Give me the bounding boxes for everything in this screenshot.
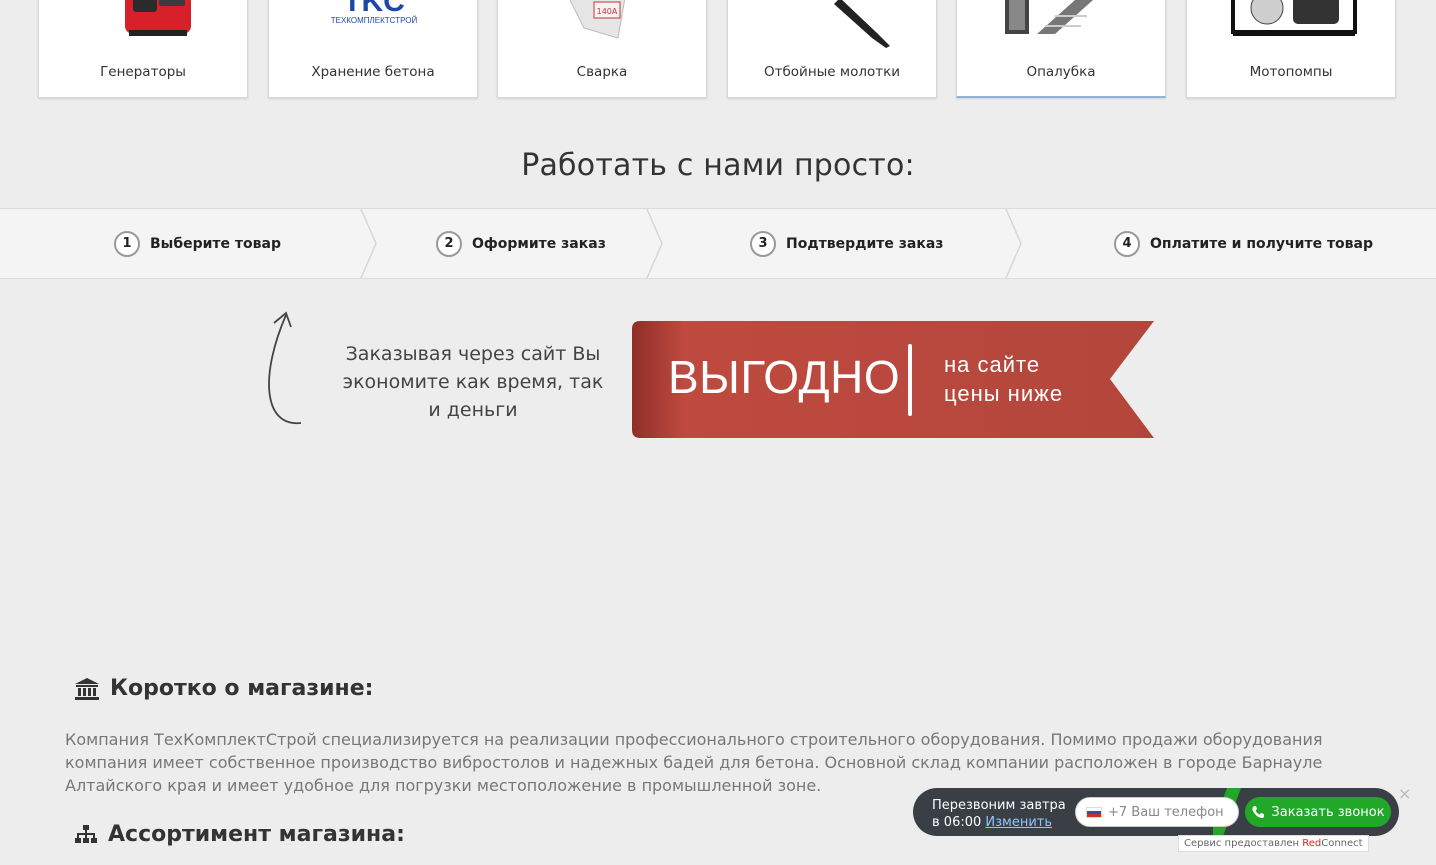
step-place-order[interactable]: 2 Оформите заказ xyxy=(436,209,606,278)
close-icon[interactable]: × xyxy=(1398,784,1411,803)
step-select-product[interactable]: 1 Выберите товар xyxy=(114,209,281,278)
phone-icon xyxy=(1252,806,1265,818)
formwork-image xyxy=(957,0,1165,50)
category-label: Мотопомпы xyxy=(1249,64,1333,80)
about-text: Компания ТехКомплектСтрой специализирует… xyxy=(65,730,1323,795)
step-pay-and-receive[interactable]: 4 Оплатите и получите товар xyxy=(1114,209,1373,278)
step-label: Оплатите и получите товар xyxy=(1150,235,1374,252)
jackhammer-image xyxy=(728,0,936,50)
curved-arrow-icon xyxy=(268,311,302,424)
step-confirm-order[interactable]: 3 Подтвердите заказ xyxy=(750,209,943,278)
category-card-formwork[interactable]: Опалубка xyxy=(956,0,1166,98)
service-credit[interactable]: Сервис предоставлен RedConnect xyxy=(1178,835,1369,852)
promo-ribbon-line2: цены ниже xyxy=(944,381,1064,406)
promo-ribbon-line1: на сайте xyxy=(944,352,1041,377)
order-call-label: Заказать звонок xyxy=(1271,804,1385,820)
category-label: Опалубка xyxy=(1026,64,1096,80)
step-number: 1 xyxy=(114,230,140,257)
category-card-concrete-storage[interactable]: TKC ТЕХКОМПЛЕКТСТРОЙ Хранение бетона xyxy=(268,0,478,98)
svg-text:140A: 140A xyxy=(597,7,618,16)
callback-text: Перезвоним завтра в 06:00 Изменить xyxy=(932,797,1066,831)
about-title-text: Коротко о магазине: xyxy=(110,676,374,701)
russia-flag-icon xyxy=(1086,806,1102,818)
generator-image xyxy=(39,0,247,50)
category-label: Сварка xyxy=(576,64,628,80)
callback-change-link[interactable]: Изменить xyxy=(985,815,1052,830)
order-call-button[interactable]: Заказать звонок xyxy=(1245,797,1391,827)
step-separator-icon xyxy=(1005,209,1022,278)
step-number: 3 xyxy=(750,230,776,257)
callback-time: в 06:00 xyxy=(932,815,982,830)
callback-line1: Перезвоним завтра xyxy=(932,798,1066,813)
category-label: Отбойные молотки xyxy=(763,64,901,80)
category-card-motor-pumps[interactable]: Мотопомпы xyxy=(1186,0,1396,98)
category-card-jackhammers[interactable]: Отбойные молотки xyxy=(727,0,937,98)
promo-ribbon-title: ВЫГОДНО xyxy=(668,351,901,403)
assortment-title-text: Ассортимент магазина: xyxy=(108,822,405,847)
category-card-welding[interactable]: 140A Сварка xyxy=(497,0,707,98)
category-label: Хранение бетона xyxy=(311,64,435,80)
phone-placeholder: +7 Ваш телефон xyxy=(1108,804,1224,820)
bank-icon xyxy=(75,677,99,700)
promo-ribbon-subtitle: на сайте цены ниже xyxy=(944,350,1063,408)
step-number: 2 xyxy=(436,230,462,257)
promo-text: Заказывая через сайт Вы экономите как вр… xyxy=(342,343,604,421)
promo-ribbon-divider xyxy=(908,344,912,416)
step-label: Выберите товар xyxy=(150,235,281,252)
category-label: Генераторы xyxy=(100,64,186,80)
step-number: 4 xyxy=(1114,230,1140,257)
phone-input[interactable]: +7 Ваш телефон xyxy=(1075,797,1239,827)
svg-text:ТЕХКОМПЛЕКТСТРОЙ: ТЕХКОМПЛЕКТСТРОЙ xyxy=(331,16,418,25)
credit-brand-rest: Connect xyxy=(1321,838,1363,849)
step-separator-icon xyxy=(360,209,377,278)
credit-brand-red: Red xyxy=(1302,838,1322,849)
category-card-generators[interactable]: Генераторы xyxy=(38,0,248,98)
credit-prefix: Сервис предоставлен xyxy=(1184,838,1303,849)
order-steps: 1 Выберите товар 2 Оформите заказ 3 Подт… xyxy=(0,208,1436,279)
page-headline: Работать с нами просто: xyxy=(521,148,915,183)
step-separator-icon xyxy=(646,209,663,278)
assortment-section-title: Ассортимент магазина: xyxy=(74,822,405,847)
welder-image: 140A xyxy=(498,0,706,50)
motor-pump-image xyxy=(1187,0,1395,50)
step-label: Оформите заказ xyxy=(472,235,606,252)
sitemap-icon xyxy=(75,824,97,843)
category-strip: Генераторы TKC ТЕХКОМПЛЕКТСТРОЙ Хранение… xyxy=(0,0,1436,100)
step-label: Подтвердите заказ xyxy=(786,235,944,252)
about-section-title: Коротко о магазине: xyxy=(74,676,373,701)
tks-logo-image: TKC ТЕХКОМПЛЕКТСТРОЙ xyxy=(269,0,477,50)
